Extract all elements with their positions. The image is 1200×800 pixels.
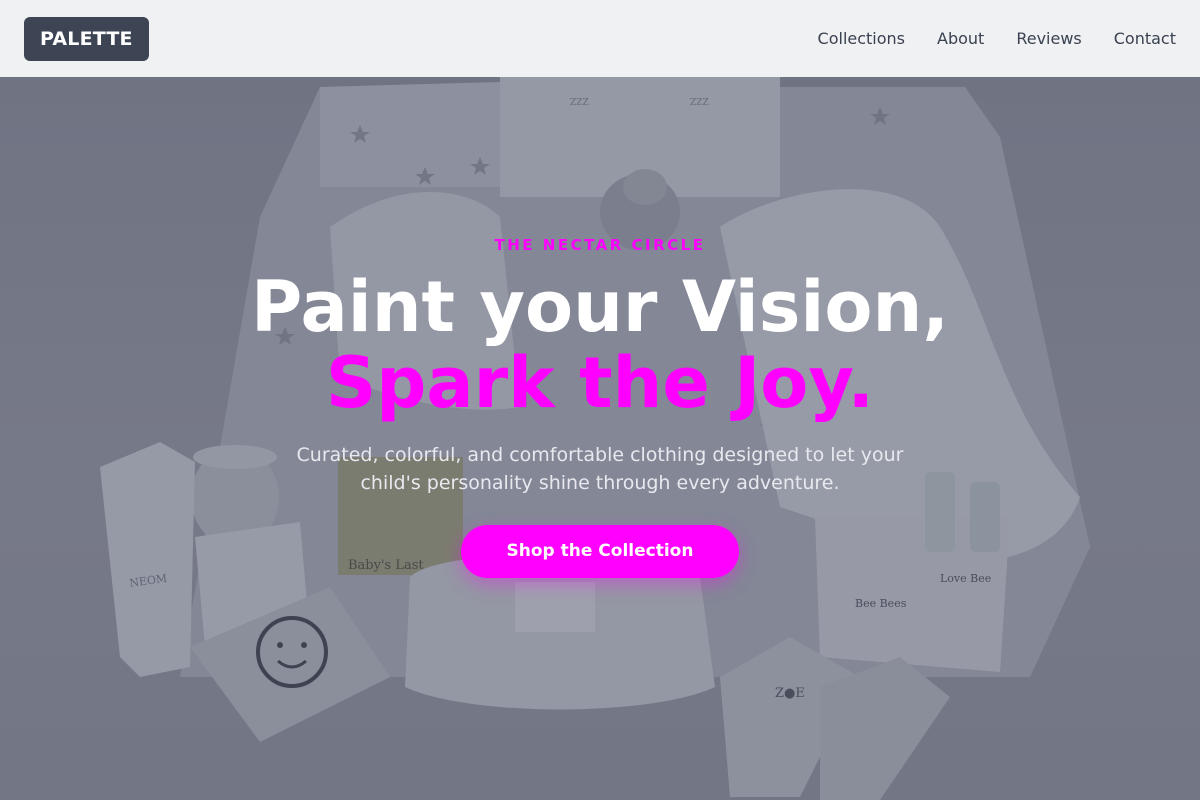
nav-link-about[interactable]: About [937,29,984,48]
shop-collection-button[interactable]: Shop the Collection [461,525,739,578]
headline-line-1: Paint your Vision, [251,266,949,348]
nav-link-contact[interactable]: Contact [1114,29,1176,48]
hero-subtext: Curated, colorful, and comfortable cloth… [296,444,904,494]
site-header: PALETTE Collections About Reviews Contac… [0,0,1200,77]
main-nav: Collections About Reviews Contact [818,29,1176,48]
eyebrow-text: THE NECTAR CIRCLE [494,236,706,254]
nav-link-collections[interactable]: Collections [818,29,905,48]
nav-link-reviews[interactable]: Reviews [1016,29,1081,48]
hero-headline: Paint your Vision, Spark the Joy. [0,269,1200,421]
logo[interactable]: PALETTE [24,16,149,61]
hero-content: THE NECTAR CIRCLE Paint your Vision, Spa… [0,77,1200,800]
headline-line-2: Spark the Joy. [325,342,875,424]
